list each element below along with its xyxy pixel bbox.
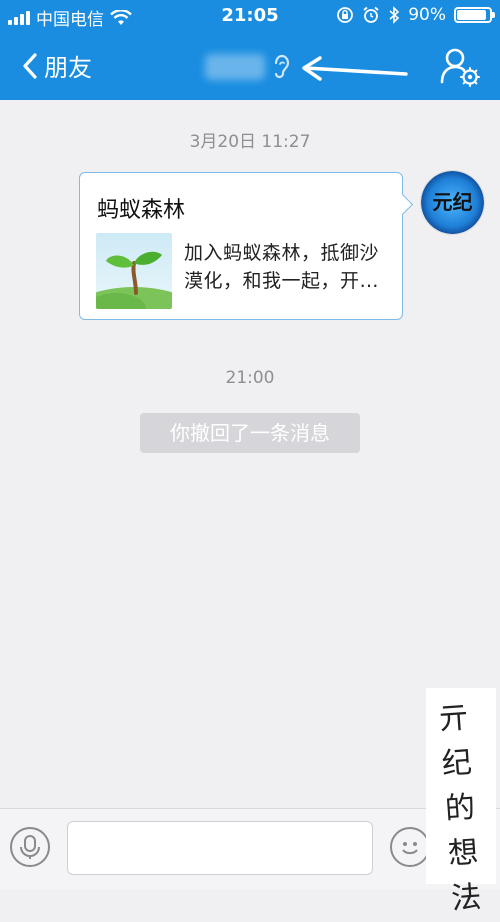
message-input[interactable]	[67, 821, 373, 875]
status-bar: 中国电信 21:05 90%	[0, 0, 500, 32]
message-timestamp: 21:00	[225, 368, 275, 388]
back-button[interactable]: 朋友	[20, 48, 92, 83]
nav-bar: 朋友	[0, 32, 500, 100]
sprout-icon	[96, 233, 172, 309]
watermark: 亓纪的想法	[426, 688, 496, 917]
profile-settings-icon[interactable]	[438, 46, 482, 88]
blurred-contact-name	[205, 54, 265, 80]
back-chevron-icon	[23, 52, 37, 79]
status-right: 90%	[336, 5, 495, 25]
emoji-button[interactable]	[390, 827, 430, 867]
message-timestamp: 3月20日 11:27	[189, 132, 311, 152]
annotation-arrow	[302, 56, 408, 81]
microphone-icon	[20, 835, 40, 859]
avatar-text: 元纪	[433, 190, 473, 214]
battery-icon	[454, 7, 495, 23]
battery-percent: 90%	[408, 5, 446, 25]
card-title: 蚂蚁森林	[97, 198, 186, 223]
emoji-icon	[402, 842, 418, 855]
recall-notice: 你撤回了一条消息	[140, 413, 360, 453]
card-description: 加入蚂蚁森林，抵御沙漠化，和我一起，开…	[184, 242, 380, 292]
shared-link-card[interactable]: 蚂蚁森林 加入蚂蚁森林，抵御沙漠化，和我一起，开…	[79, 172, 403, 320]
input-bar	[0, 808, 500, 889]
avatar[interactable]: 元纪	[421, 171, 484, 234]
ear-icon[interactable]	[271, 53, 291, 81]
top-bar: 中国电信 21:05 90% 朋友	[0, 0, 500, 100]
alarm-icon	[363, 6, 379, 23]
bluetooth-icon	[389, 6, 400, 24]
orientation-lock-icon	[337, 7, 354, 23]
voice-button[interactable]	[10, 827, 50, 867]
back-label: 朋友	[44, 54, 92, 82]
